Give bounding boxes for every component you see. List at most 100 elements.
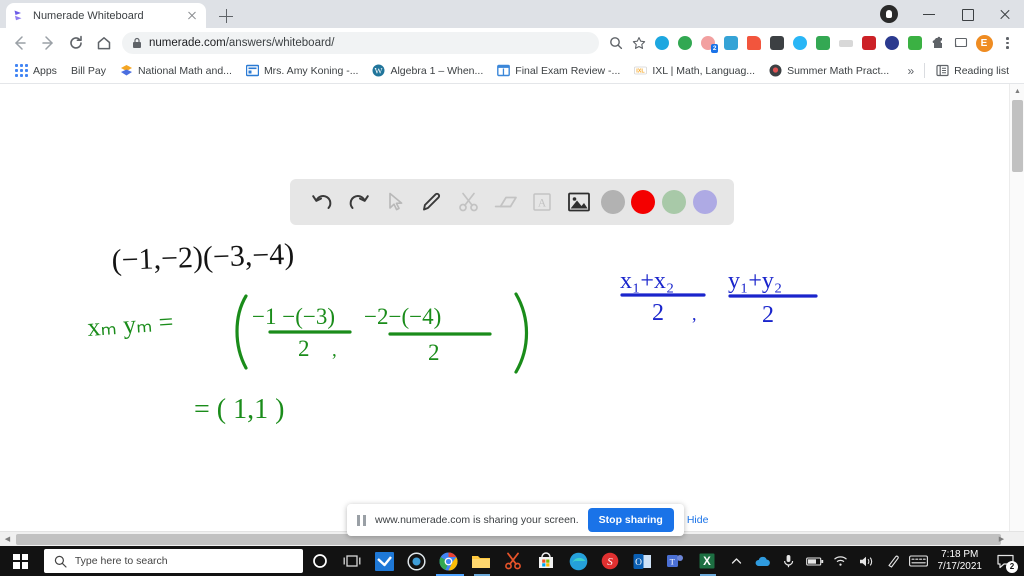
extension-cast-green-icon[interactable] xyxy=(812,32,834,54)
swatch-gray[interactable] xyxy=(600,190,625,214)
swatch-green[interactable] xyxy=(661,190,686,214)
cortana-icon[interactable] xyxy=(303,546,335,576)
reading-list-button[interactable]: Reading list xyxy=(929,60,1016,82)
cast-icon[interactable] xyxy=(950,32,972,54)
extension-green-icon[interactable] xyxy=(904,32,926,54)
reading-list-label: Reading list xyxy=(954,64,1009,77)
scroll-up-icon[interactable]: ▲ xyxy=(1010,84,1024,99)
extension-puzzle-icon[interactable] xyxy=(927,32,949,54)
site-favicon-icon xyxy=(769,64,782,77)
hide-button[interactable]: Hide xyxy=(683,514,713,526)
extension-add-icon[interactable] xyxy=(674,32,696,54)
onedrive-icon[interactable] xyxy=(750,546,776,576)
clock-time: 7:18 PM xyxy=(941,549,979,560)
file-explorer-icon[interactable] xyxy=(465,546,497,576)
extension-bookmark-red-icon[interactable] xyxy=(743,32,765,54)
swatch-purple[interactable] xyxy=(692,190,717,214)
bookmark-label: IXL | Math, Languag... xyxy=(652,64,756,77)
bookmark-summer-math[interactable]: Summer Math Pract... xyxy=(762,60,896,82)
teams-icon[interactable]: T xyxy=(659,546,691,576)
battery-icon[interactable] xyxy=(802,546,828,576)
screen-recorder-icon[interactable] xyxy=(400,546,432,576)
task-view-icon[interactable] xyxy=(336,546,368,576)
extension-notes-icon[interactable]: 2 xyxy=(697,32,719,54)
maximize-button[interactable] xyxy=(948,0,986,28)
vertical-scroll-thumb[interactable] xyxy=(1012,100,1023,172)
bookmark-national-math[interactable]: National Math and... xyxy=(113,60,239,82)
reload-icon[interactable] xyxy=(62,29,90,57)
redo-icon[interactable] xyxy=(344,187,374,217)
ink-x-numerator: −1 −(−3) xyxy=(252,304,335,329)
bookmark-star-icon[interactable] xyxy=(628,32,650,54)
show-hidden-icons-icon[interactable] xyxy=(724,546,750,576)
action-center-icon[interactable]: 2 xyxy=(990,546,1020,576)
taskbar-search-input[interactable]: Type here to search xyxy=(43,549,304,573)
bookmark-final-exam-review[interactable]: Final Exam Review -... xyxy=(490,60,627,82)
address-bar[interactable]: numerade.com/answers/whiteboard/ xyxy=(122,32,599,54)
address-bar-url: numerade.com/answers/whiteboard/ xyxy=(149,37,334,49)
extension-gray-icon[interactable] xyxy=(835,32,857,54)
new-tab-button[interactable] xyxy=(215,5,237,27)
ink-left-paren xyxy=(235,294,248,370)
address-path: /answers/whiteboard/ xyxy=(225,37,335,49)
vertical-scrollbar[interactable]: ▲ ▼ xyxy=(1009,84,1024,546)
system-tray: 7:18 PM 7/17/2021 2 xyxy=(724,546,1024,576)
close-window-button[interactable] xyxy=(986,0,1024,28)
touch-keyboard-icon[interactable] xyxy=(906,546,932,576)
microsoft-store-icon[interactable] xyxy=(530,546,562,576)
scissors-icon[interactable] xyxy=(454,187,484,217)
bookmark-amy-koning[interactable]: Mrs. Amy Koning -... xyxy=(239,60,366,82)
google-chrome-icon[interactable] xyxy=(433,546,465,576)
eraser-icon[interactable] xyxy=(491,187,521,217)
app-blue-icon[interactable] xyxy=(368,546,400,576)
extension-screenshot-icon[interactable] xyxy=(720,32,742,54)
extension-grammarly-icon[interactable] xyxy=(651,32,673,54)
extension-blue-diamond-icon[interactable] xyxy=(789,32,811,54)
tab-strip: Numerade Whiteboard xyxy=(0,0,1024,28)
bookmark-ixl[interactable]: IXL IXL | Math, Languag... xyxy=(627,60,762,82)
profile-avatar-icon[interactable] xyxy=(880,5,898,23)
outlook-icon[interactable]: O xyxy=(626,546,658,576)
microphone-icon[interactable] xyxy=(776,546,802,576)
tab-close-icon[interactable] xyxy=(184,8,200,24)
forward-icon[interactable] xyxy=(34,29,62,57)
bookmark-bill-pay[interactable]: Bill Pay xyxy=(64,60,113,82)
home-icon[interactable] xyxy=(90,29,118,57)
volume-icon[interactable] xyxy=(854,546,880,576)
bluetooth-pen-icon[interactable] xyxy=(880,546,906,576)
back-icon[interactable] xyxy=(6,29,34,57)
image-icon[interactable] xyxy=(564,187,594,217)
apps-grid-icon xyxy=(15,64,28,77)
bookmark-algebra1[interactable]: W Algebra 1 – When... xyxy=(365,60,490,82)
snipping-tool-icon[interactable] xyxy=(497,546,529,576)
minimize-button[interactable] xyxy=(910,0,948,28)
start-button[interactable] xyxy=(0,546,42,576)
scroll-left-icon[interactable]: ◀ xyxy=(0,532,15,546)
extension-adobe-pdf-icon[interactable] xyxy=(858,32,880,54)
extension-dark-icon[interactable] xyxy=(766,32,788,54)
svg-text:O: O xyxy=(635,558,642,568)
stop-sharing-button[interactable]: Stop sharing xyxy=(587,508,674,532)
zoom-search-icon[interactable] xyxy=(605,32,627,54)
text-icon[interactable]: A xyxy=(527,187,557,217)
wifi-icon[interactable] xyxy=(828,546,854,576)
extension-kami-icon[interactable] xyxy=(881,32,903,54)
whiteboard-canvas[interactable]: A (−1,−2)(−3,−4) xₘ yₘ = −1 −(−3) 2 , −2… xyxy=(0,84,1024,546)
chrome-menu-icon[interactable] xyxy=(996,32,1018,54)
browser-tab[interactable]: Numerade Whiteboard xyxy=(6,3,206,28)
taskbar-clock[interactable]: 7:18 PM 7/17/2021 xyxy=(932,549,991,573)
cursor-select-icon[interactable] xyxy=(381,187,411,217)
bookmark-label: Summer Math Pract... xyxy=(787,64,890,77)
bookmark-apps[interactable]: Apps xyxy=(8,60,64,82)
address-host: numerade.com xyxy=(149,37,226,49)
chrome-profile-avatar-icon[interactable]: E xyxy=(973,32,995,54)
snagit-icon[interactable]: S xyxy=(594,546,626,576)
notification-count: 2 xyxy=(1006,561,1018,573)
scroll-right-icon[interactable]: ▶ xyxy=(994,532,1009,546)
swatch-red[interactable] xyxy=(631,190,656,214)
bookmarks-overflow-button[interactable]: » xyxy=(901,64,920,78)
excel-icon[interactable]: X xyxy=(691,546,723,576)
pencil-icon[interactable] xyxy=(417,187,447,217)
microsoft-edge-icon[interactable] xyxy=(562,546,594,576)
undo-icon[interactable] xyxy=(307,187,337,217)
